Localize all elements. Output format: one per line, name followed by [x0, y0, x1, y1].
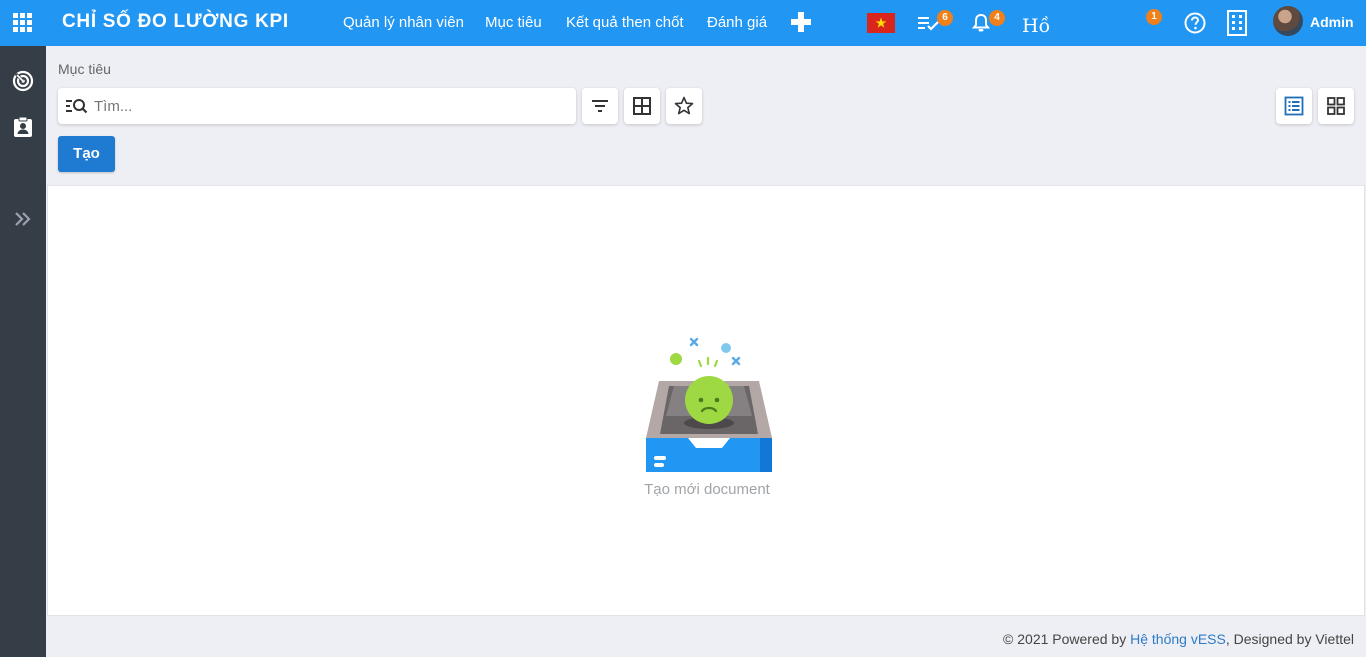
- top-navbar: CHỈ SỐ ĐO LƯỜNG KPI Quản lý nhân viên Mụ…: [0, 0, 1366, 46]
- user-name[interactable]: Admin: [1310, 14, 1354, 30]
- ho-text: Hồ: [1022, 15, 1051, 37]
- content-panel: Tạo mới document: [47, 185, 1365, 616]
- nav-item-evaluation[interactable]: Đánh giá: [707, 14, 767, 31]
- footer-prefix: © 2021 Powered by: [1003, 631, 1131, 647]
- create-button[interactable]: Tạo: [58, 136, 115, 172]
- app-title[interactable]: CHỈ SỐ ĐO LƯỜNG KPI: [62, 11, 289, 33]
- kanban-view-button[interactable]: [1318, 88, 1354, 124]
- tasks-count-badge: 6: [937, 10, 953, 26]
- notifications-count-badge: 4: [989, 10, 1005, 26]
- plus-icon[interactable]: [791, 12, 811, 32]
- list-view-icon: [1284, 96, 1304, 116]
- footer-suffix: , Designed by Viettel: [1225, 631, 1354, 647]
- empty-state-message: Tạo mới document: [644, 481, 770, 498]
- list-view-button[interactable]: [1276, 88, 1312, 124]
- favorites-button[interactable]: [666, 88, 702, 124]
- search-input[interactable]: [94, 94, 564, 118]
- nav-item-objectives[interactable]: Mục tiêu: [485, 14, 542, 31]
- kanban-view-icon: [1327, 97, 1345, 115]
- nav-item-key-results[interactable]: Kết quả then chốt: [566, 14, 684, 31]
- breadcrumb: Mục tiêu: [58, 61, 111, 77]
- expand-chevrons-icon[interactable]: [12, 208, 34, 230]
- activity-count-badge[interactable]: 1: [1146, 9, 1162, 25]
- building-icon[interactable]: [1227, 10, 1247, 36]
- left-sidebar: [0, 46, 46, 657]
- search-icon: [66, 97, 88, 115]
- target-icon[interactable]: [12, 70, 34, 92]
- filter-button[interactable]: [582, 88, 618, 124]
- group-by-button[interactable]: [624, 88, 660, 124]
- clipboard-user-icon[interactable]: [12, 116, 34, 138]
- search-bar[interactable]: [58, 88, 576, 124]
- nav-item-employee-management[interactable]: Quản lý nhân viên: [343, 14, 464, 31]
- footer-vess-link[interactable]: Hệ thống vESS: [1130, 631, 1226, 647]
- footer: © 2021 Powered by Hệ thống vESS, Designe…: [1003, 631, 1354, 647]
- user-avatar[interactable]: [1273, 6, 1303, 36]
- vietnam-flag-icon[interactable]: [867, 13, 895, 33]
- filter-icon: [592, 100, 608, 112]
- help-icon[interactable]: [1184, 12, 1206, 34]
- apps-grid-icon[interactable]: [13, 13, 33, 33]
- favorite-star-icon: [674, 96, 694, 115]
- empty-inbox-illustration: [644, 336, 776, 476]
- bell-icon[interactable]: [971, 13, 991, 33]
- group-by-icon: [633, 97, 651, 115]
